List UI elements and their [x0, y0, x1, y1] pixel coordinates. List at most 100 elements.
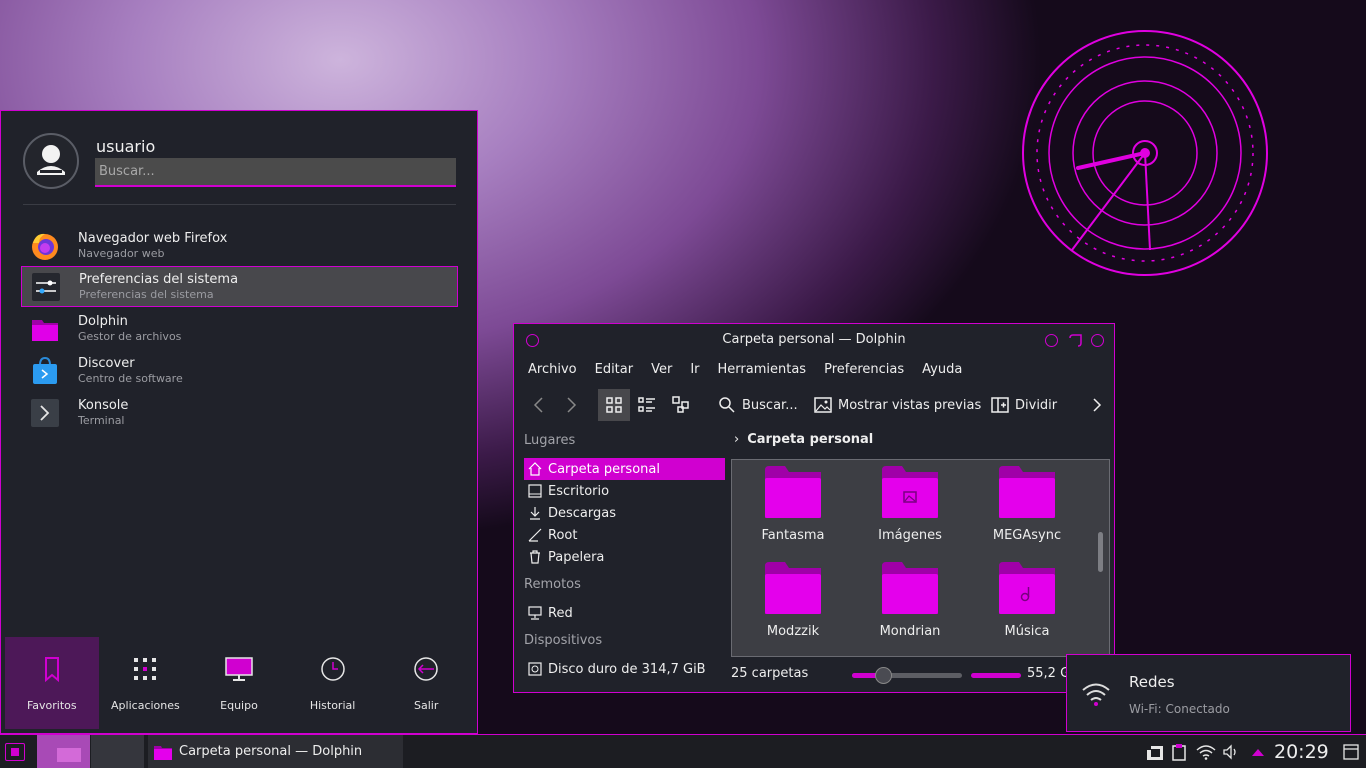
pictures-folder-icon — [882, 466, 938, 518]
tab-label: Equipo — [220, 699, 258, 712]
task-dolphin[interactable]: Carpeta personal — Dolphin — [148, 735, 403, 768]
chevron-right-icon — [567, 397, 577, 413]
settings-icon — [32, 272, 60, 301]
tab-favorites[interactable]: Favoritos — [5, 637, 99, 729]
app-name: Preferencias del sistema — [79, 271, 239, 287]
folder-icon — [32, 319, 58, 341]
folder-name: Fantasma — [761, 528, 825, 543]
app-item-firefox[interactable]: Navegador web Firefox Navegador web — [21, 225, 458, 266]
show-desktop-icon[interactable] — [1343, 743, 1359, 760]
zoom-slider[interactable] — [852, 667, 962, 684]
file-view[interactable]: Fantasma Imágenes MEGAsync Modzzik Mondr… — [731, 459, 1110, 657]
place-network[interactable]: Red — [524, 602, 725, 624]
details-view-button[interactable] — [672, 388, 690, 422]
app-name: Dolphin — [78, 313, 128, 329]
virtual-desktop-2[interactable] — [91, 735, 144, 768]
menu-editar[interactable]: Editar — [595, 362, 634, 377]
app-name: Discover — [78, 355, 135, 371]
split-view-icon — [991, 397, 1009, 413]
shopping-bag-icon — [33, 356, 57, 384]
place-downloads[interactable]: Descargas — [524, 502, 725, 524]
clock-label[interactable]: 20:29 — [1274, 741, 1329, 763]
menu-bar: Archivo Editar Ver Ir Herramientas Prefe… — [528, 362, 980, 377]
app-desc: Navegador web — [78, 246, 165, 260]
wifi-tray-icon[interactable] — [1196, 744, 1216, 760]
folder-item[interactable]: Mondrian — [860, 562, 960, 639]
dolphin-window: Carpeta personal — Dolphin Archivo Edita… — [513, 323, 1115, 693]
toolbar-overflow-button[interactable] — [1090, 388, 1104, 422]
menu-ayuda[interactable]: Ayuda — [922, 362, 962, 377]
analog-clock-widget — [1022, 30, 1268, 276]
folder-name: Imágenes — [878, 528, 942, 543]
folder-item[interactable]: Fantasma — [743, 466, 843, 543]
folder-name: Mondrian — [879, 624, 941, 639]
forward-button[interactable] — [560, 388, 582, 422]
menu-archivo[interactable]: Archivo — [528, 362, 577, 377]
menu-ir[interactable]: Ir — [690, 362, 699, 377]
breadcrumb[interactable]: › Carpeta personal — [734, 432, 873, 447]
tab-history[interactable]: Historial — [286, 637, 380, 729]
menu-preferencias[interactable]: Preferencias — [824, 362, 904, 377]
folder-name: MEGAsync — [992, 528, 1062, 543]
place-label: Disco duro de 314,7 GiB — [548, 661, 706, 677]
place-label: Red — [548, 605, 573, 621]
back-button[interactable] — [528, 388, 550, 422]
user-icon — [37, 145, 65, 175]
tab-label: Aplicaciones — [111, 699, 180, 712]
zoom-slider-handle[interactable] — [875, 667, 892, 684]
username-label: usuario — [96, 137, 156, 156]
close-button[interactable] — [1091, 334, 1104, 347]
notification-body: Wi-Fi: Conectado — [1129, 702, 1230, 716]
hard-disk-icon — [528, 662, 542, 676]
place-home[interactable]: Carpeta personal — [524, 458, 725, 480]
window-title: Carpeta personal — Dolphin — [722, 332, 906, 347]
menu-ver[interactable]: Ver — [651, 362, 672, 377]
wifi-icon — [1082, 683, 1110, 706]
vertical-scrollbar[interactable] — [1098, 532, 1103, 572]
split-button[interactable]: Dividir — [991, 388, 1057, 422]
network-icon — [528, 606, 542, 620]
tab-applications[interactable]: Aplicaciones — [99, 637, 193, 729]
icons-view-button[interactable] — [598, 389, 630, 421]
app-item-dolphin[interactable]: Dolphin Gestor de archivos — [21, 308, 458, 349]
launcher-search-input[interactable] — [95, 158, 456, 187]
app-item-discover[interactable]: Discover Centro de software — [21, 350, 458, 391]
volume-icon[interactable] — [1222, 743, 1240, 760]
menu-herramientas[interactable]: Herramientas — [718, 362, 807, 377]
compact-view-button[interactable] — [638, 388, 656, 422]
logout-icon — [414, 657, 438, 681]
show-previews-button[interactable]: Mostrar vistas previas — [814, 388, 981, 422]
folder-item[interactable]: Modzzik — [743, 562, 843, 639]
task-title: Carpeta personal — Dolphin — [179, 744, 363, 759]
app-desc: Centro de software — [78, 371, 183, 385]
maximize-button[interactable] — [1068, 333, 1083, 348]
app-item-konsole[interactable]: Konsole Terminal — [21, 392, 458, 433]
folder-item[interactable]: Imágenes — [860, 466, 960, 543]
divider — [23, 204, 456, 205]
tab-computer[interactable]: Equipo — [192, 637, 286, 729]
clipboard-icon[interactable] — [1172, 743, 1186, 761]
place-desktop[interactable]: Escritorio — [524, 480, 725, 502]
system-tray: 20:29 — [1146, 735, 1359, 768]
search-button[interactable]: Buscar... — [718, 388, 798, 422]
disk-usage-bar — [971, 673, 1021, 678]
launcher-button[interactable] — [5, 743, 25, 761]
network-notification[interactable]: Redes Wi-Fi: Conectado — [1066, 654, 1351, 732]
window-menu-button[interactable] — [526, 334, 539, 347]
window-titlebar[interactable]: Carpeta personal — Dolphin — [514, 324, 1114, 356]
folder-item[interactable]: MEGAsync — [977, 466, 1077, 543]
tab-leave[interactable]: Salir — [379, 637, 473, 729]
chevron-up-icon[interactable] — [1250, 746, 1266, 758]
clipboard-manager-icon[interactable] — [1146, 743, 1164, 761]
virtual-desktop-1[interactable] — [37, 735, 90, 768]
folder-item[interactable]: Música — [977, 562, 1077, 639]
minimize-button[interactable] — [1045, 334, 1058, 347]
monitor-icon — [225, 657, 253, 681]
place-trash[interactable]: Papelera — [524, 546, 725, 568]
place-root[interactable]: Root — [524, 524, 725, 546]
user-avatar[interactable] — [23, 133, 79, 189]
app-name: Konsole — [78, 397, 129, 413]
grid-view-icon — [606, 397, 622, 413]
app-item-system-settings[interactable]: Preferencias del sistema Preferencias del… — [21, 266, 458, 307]
place-hard-disk[interactable]: Disco duro de 314,7 GiB — [524, 658, 725, 680]
